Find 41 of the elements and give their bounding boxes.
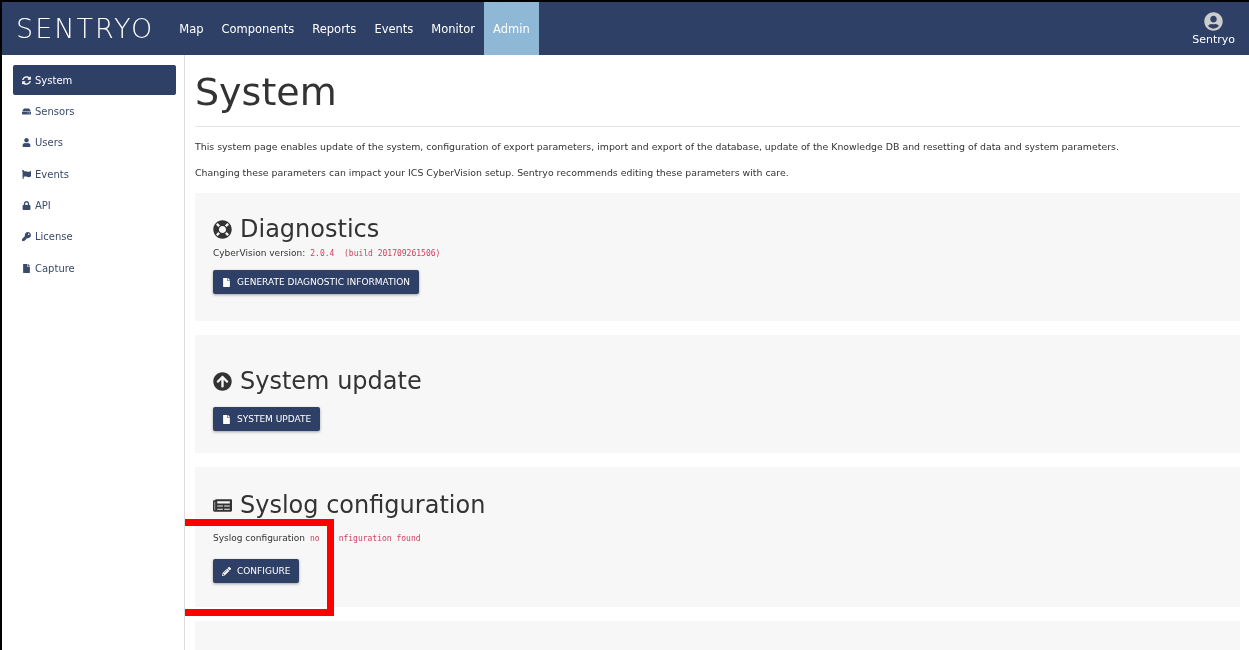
sidebar-item[interactable]: Events [13, 159, 176, 190]
sidebar-item[interactable]: System [13, 65, 176, 95]
page-title: System [195, 69, 338, 116]
action-button[interactable]: CONFIGURE [213, 559, 300, 583]
avatar-icon[interactable] [1204, 11, 1224, 31]
drive-icon [22, 106, 31, 116]
description-text: Changing these parameters can impact your ICS CyberVision setup. Sentryo recommends editing these parameters with care. [195, 167, 790, 178]
nav-link[interactable]: Reports [303, 2, 366, 55]
nav-link[interactable]: Events [365, 2, 423, 55]
sidebar-item[interactable]: Capture [13, 253, 176, 284]
info-value: 2.0.4 (build 201709261506) [310, 248, 441, 258]
nav-link[interactable]: Components [212, 2, 304, 55]
action-button[interactable]: GENERATE DIAGNOSTIC INFORMATION [213, 270, 419, 294]
action-button[interactable]: SYSTEM UPDATE [213, 407, 321, 431]
lifebuoy-icon [213, 219, 232, 239]
sidebar-item[interactable]: API [13, 190, 176, 221]
sidebar-item[interactable]: Sensors [13, 96, 176, 127]
user-name[interactable]: Sentryo [1192, 32, 1235, 46]
nav-link[interactable]: Monitor [422, 2, 485, 55]
section-heading: System update [213, 367, 422, 395]
key-icon [22, 232, 31, 242]
sidebar-item[interactable]: License [13, 221, 176, 252]
info-label: CyberVision version: [213, 248, 306, 258]
info-value: no [310, 533, 320, 543]
lock-icon [22, 201, 31, 211]
section-heading: Syslog configuration [213, 491, 486, 519]
nav-link[interactable]: Map [170, 2, 213, 55]
user-icon [22, 138, 31, 148]
sync-icon [22, 75, 31, 85]
flag-icon [22, 169, 31, 179]
pencil-icon [222, 566, 231, 576]
file-icon [222, 277, 231, 287]
upload-icon [213, 371, 232, 391]
sidebar-item[interactable]: Users [13, 127, 176, 158]
info-value: nfiguration found [338, 533, 421, 543]
description-text: This system page enables update of the system, configuration of export parameters, import and export of the database, update of the Knowledge DB and resetting of data and system parameters. [195, 141, 1120, 152]
info-label: Syslog configuration [213, 533, 305, 543]
file-icon [222, 414, 231, 424]
section-heading: Diagnostics [213, 215, 380, 243]
logo[interactable]: SENTRYO [16, 13, 155, 44]
file-icon [22, 263, 31, 273]
